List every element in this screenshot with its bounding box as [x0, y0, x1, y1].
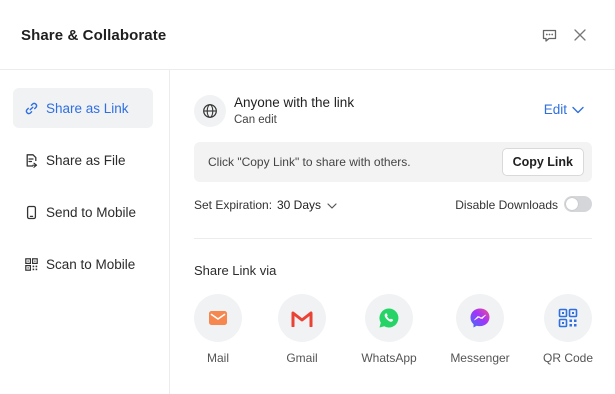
qr-scan-icon [23, 256, 39, 272]
divider [194, 238, 592, 239]
access-row: Anyone with the link Can edit Edit [194, 94, 594, 130]
expiration-select[interactable]: 30 Days [277, 196, 337, 214]
share-label: Mail [206, 351, 229, 365]
close-icon[interactable] [569, 24, 591, 46]
share-label: WhatsApp [361, 351, 417, 365]
messenger-icon [456, 294, 504, 342]
share-qr-code-button[interactable]: QR Code [533, 294, 603, 366]
chevron-down-icon [572, 102, 584, 117]
sidebar-item-scan-to-mobile[interactable]: Scan to Mobile [13, 244, 153, 284]
expiration-label: Set Expiration: [194, 198, 273, 212]
edit-permission-button[interactable]: Edit [544, 102, 584, 117]
sidebar-item-share-as-file[interactable]: Share as File [13, 140, 153, 180]
dialog-title: Share & Collaborate [21, 27, 167, 44]
sidebar-item-label: Send to Mobile [46, 204, 137, 220]
file-share-icon [23, 152, 39, 168]
share-link-panel: Anyone with the link Can edit Edit Click… [171, 70, 615, 394]
copy-link-box: Click "Copy Link" to share with others. … [194, 142, 592, 182]
sidebar-item-label: Share as Link [46, 100, 129, 116]
sidebar-item-label: Share as File [46, 152, 126, 168]
dialog-header: Share & Collaborate [0, 0, 615, 70]
qr-code-icon [544, 294, 592, 342]
sidebar: Share as Link Share as File Send to Mobi… [0, 70, 170, 394]
expiration-value: 30 Days [277, 198, 322, 212]
mail-icon [194, 294, 242, 342]
toggle-knob [566, 198, 578, 210]
disable-downloads-label: Disable Downloads [455, 198, 558, 212]
sidebar-item-share-as-link[interactable]: Share as Link [13, 88, 153, 128]
gmail-icon [278, 294, 326, 342]
share-label: Gmail [286, 351, 318, 365]
chevron-down-icon [327, 198, 337, 212]
share-gmail-button[interactable]: Gmail [267, 294, 337, 366]
access-title: Anyone with the link [234, 95, 355, 110]
share-mail-button[interactable]: Mail [183, 294, 253, 366]
access-permission: Can edit [234, 114, 277, 126]
share-label: QR Code [542, 351, 594, 365]
whatsapp-icon [365, 294, 413, 342]
edit-label: Edit [543, 102, 567, 117]
share-dialog: Share & Collaborate Share as Link Share … [0, 0, 615, 394]
link-icon [23, 100, 39, 116]
copy-link-button[interactable]: Copy Link [501, 148, 584, 176]
sidebar-item-send-to-mobile[interactable]: Send to Mobile [13, 192, 153, 232]
feedback-icon[interactable] [538, 24, 560, 46]
copy-link-hint: Click "Copy Link" to share with others. [208, 155, 411, 169]
disable-downloads-toggle[interactable] [564, 196, 592, 212]
share-whatsapp-button[interactable]: WhatsApp [354, 294, 424, 366]
share-label: Messenger [450, 351, 510, 365]
mobile-icon [23, 204, 39, 220]
sidebar-item-label: Scan to Mobile [46, 256, 136, 272]
share-via-heading: Share Link via [194, 263, 277, 278]
share-messenger-button[interactable]: Messenger [445, 294, 515, 366]
globe-icon [194, 95, 226, 127]
expiration-row: Set Expiration: 30 Days Disable Download… [194, 196, 592, 214]
